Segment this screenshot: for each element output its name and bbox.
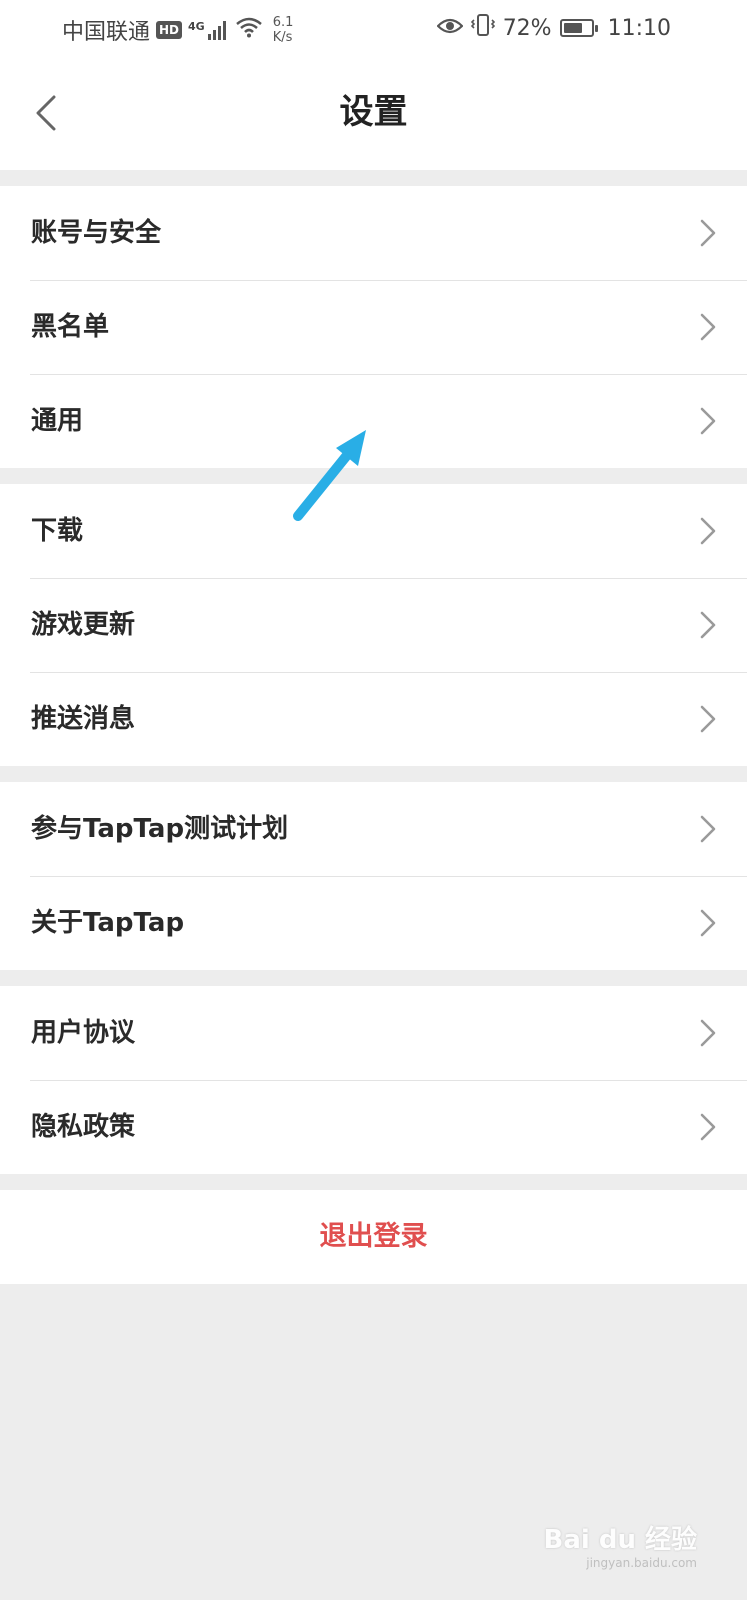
watermark-brand: Bai du 经验	[543, 1525, 698, 1555]
hd-badge: HD	[156, 21, 183, 39]
clock: 11:10	[607, 15, 671, 41]
settings-group: 参与TapTap测试计划 关于TapTap	[0, 782, 747, 970]
network-type: 4G	[188, 20, 205, 33]
chevron-right-icon	[700, 313, 716, 341]
watermark-logo: Bai du 经验 jingyan.baidu.com	[544, 1519, 698, 1570]
vibrate-icon	[470, 14, 495, 42]
settings-row[interactable]: 关于TapTap	[0, 876, 747, 970]
network-speed: 6.1 K/s	[273, 15, 294, 45]
speed-value: 6.1	[272, 15, 294, 30]
settings-row-label: 推送消息	[31, 704, 136, 734]
annotation-arrow-icon	[293, 430, 366, 521]
battery-icon	[559, 19, 598, 37]
settings-row-label: 用户协议	[31, 1018, 136, 1048]
settings-row-label: 黑名单	[31, 312, 110, 342]
settings-row-label: 通用	[31, 406, 84, 436]
chevron-right-icon	[700, 815, 716, 843]
settings-group: 用户协议 隐私政策	[0, 986, 747, 1174]
battery-fill	[563, 23, 583, 33]
chevron-right-icon	[700, 407, 716, 435]
chevron-right-icon	[700, 909, 716, 937]
logout-button[interactable]: 退出登录	[0, 1190, 747, 1284]
settings-row[interactable]: 游戏更新	[0, 578, 747, 672]
chevron-right-icon	[700, 611, 716, 639]
settings-row[interactable]: 账号与安全	[0, 186, 747, 280]
settings-row-label: 游戏更新	[31, 610, 136, 640]
settings-row[interactable]: 用户协议	[0, 986, 747, 1080]
settings-row[interactable]: 隐私政策	[0, 1080, 747, 1174]
settings-row-label: 关于TapTap	[31, 908, 185, 938]
settings-row-label: 隐私政策	[31, 1112, 136, 1142]
signal-icon: 4G	[188, 20, 229, 40]
page-title: 设置	[339, 92, 408, 132]
chevron-right-icon	[700, 1019, 716, 1047]
chevron-right-icon	[700, 517, 716, 545]
status-bar: 中国联通 HD 4G 6.1 K/s 72% 11:10	[0, 0, 747, 56]
carrier-name: 中国联通	[62, 20, 151, 45]
status-left: 中国联通 HD 4G 6.1 K/s	[62, 14, 293, 46]
chevron-right-icon	[700, 705, 716, 733]
settings-row-label: 账号与安全	[31, 218, 162, 248]
chevron-right-icon	[700, 219, 716, 247]
wifi-icon	[235, 16, 263, 44]
top-area: 中国联通 HD 4G 6.1 K/s 72% 11:10 设置	[0, 0, 747, 170]
settings-row[interactable]: 参与TapTap测试计划	[0, 782, 747, 876]
speed-unit: K/s	[272, 30, 293, 45]
eye-icon	[436, 16, 464, 41]
chevron-right-icon	[700, 1113, 716, 1141]
settings-list: 账号与安全黑名单通用下载游戏更新推送消息参与TapTap测试计划 关于TapTap…	[0, 186, 747, 1174]
settings-row-label: 参与TapTap测试计划	[31, 814, 289, 844]
battery-percent: 72%	[502, 15, 552, 41]
settings-row[interactable]: 黑名单	[0, 280, 747, 374]
nav-bar: 设置	[0, 56, 747, 170]
watermark-url: jingyan.baidu.com	[586, 1556, 697, 1570]
settings-row-label: 下载	[31, 516, 84, 546]
status-right: 72% 11:10	[436, 14, 671, 42]
settings-row[interactable]: 推送消息	[0, 672, 747, 766]
